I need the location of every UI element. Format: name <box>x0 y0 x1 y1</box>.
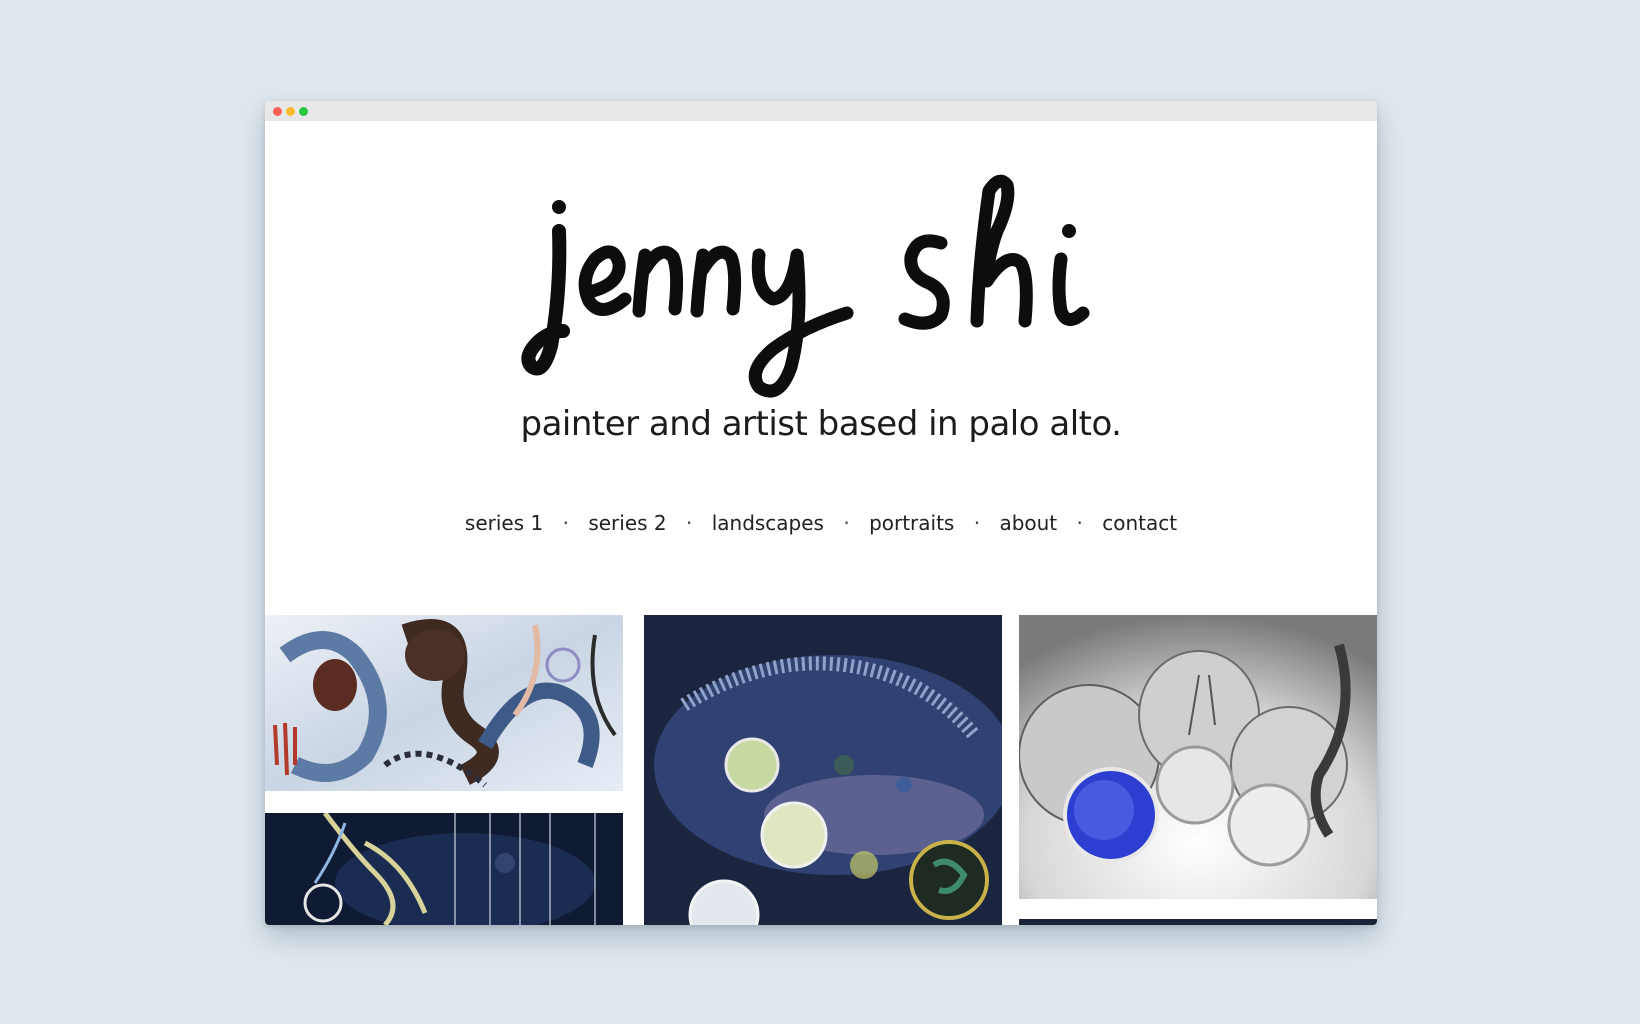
minimize-window-dot[interactable] <box>286 107 295 116</box>
nav-link-series-2[interactable]: series 2 <box>588 511 666 535</box>
nav-link-landscapes[interactable]: landscapes <box>712 511 824 535</box>
browser-titlebar <box>265 101 1377 121</box>
logo-wordmark <box>521 174 1090 398</box>
nav-separator: · <box>562 511 569 535</box>
nav-separator: · <box>843 511 850 535</box>
browser-window: painter and artist based in palo alto. s… <box>265 101 1377 925</box>
nav-link-about[interactable]: about <box>999 511 1057 535</box>
nav-separator: · <box>1076 511 1083 535</box>
nav-link-series-1[interactable]: series 1 <box>465 511 543 535</box>
nav-link-portraits[interactable]: portraits <box>869 511 954 535</box>
gallery-image-glass-jars[interactable] <box>1019 615 1377 899</box>
nav-separator: · <box>685 511 693 535</box>
maximize-window-dot[interactable] <box>299 107 308 116</box>
main-nav: series 1 · series 2 · landscapes · portr… <box>265 511 1377 535</box>
close-window-dot[interactable] <box>273 107 282 116</box>
gallery-image-neural-blue[interactable] <box>265 813 623 925</box>
nav-link-contact[interactable]: contact <box>1102 511 1177 535</box>
gallery-image-abstract-swirls[interactable] <box>265 615 623 791</box>
site-tagline: painter and artist based in palo alto. <box>520 404 1122 444</box>
gallery-image-petri-dishes[interactable] <box>644 615 1002 925</box>
site-logo[interactable] <box>265 171 1377 411</box>
gallery-image-dark-partial[interactable] <box>1019 919 1377 925</box>
nav-separator: · <box>973 511 981 535</box>
